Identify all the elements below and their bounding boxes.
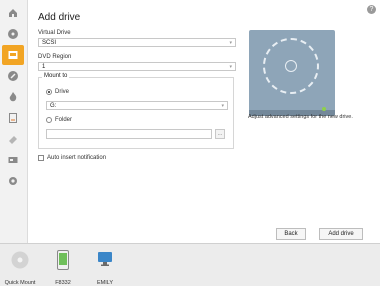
disc-icon — [8, 29, 18, 39]
drive-description: Adjust advanced settings for the new dri… — [248, 114, 353, 120]
browse-button[interactable]: ... — [215, 129, 225, 139]
back-button[interactable]: Back — [276, 228, 306, 240]
auto-insert-checkbox[interactable] — [38, 155, 44, 161]
sidebar-item-usb[interactable] — [2, 150, 24, 170]
computer-icon — [98, 252, 112, 266]
sidebar-item-burn[interactable] — [2, 87, 24, 107]
device-item-f8332[interactable]: F8332 — [48, 244, 78, 286]
device-label-f8332: F8332 — [55, 280, 71, 286]
device-item-emily[interactable]: EMILY — [88, 244, 122, 286]
auto-insert-label: Auto insert notification — [47, 155, 107, 161]
chevron-down-icon: ▾ — [221, 103, 224, 109]
drive-option-label: Drive — [55, 89, 70, 95]
devices-bar: Quick Mount F8332 EMILY — [0, 243, 380, 286]
quick-mount-item[interactable]: Quick Mount — [3, 244, 37, 286]
sidebar-item-image[interactable] — [2, 108, 24, 128]
device-label-emily: EMILY — [96, 280, 114, 286]
folder-option-label: Folder — [55, 117, 73, 123]
chevron-down-icon: ▾ — [229, 64, 232, 70]
quick-mount-label: Quick Mount — [4, 280, 36, 286]
page-title: Add drive — [38, 12, 81, 23]
dvd-region-select[interactable]: 1 ▾ — [38, 62, 236, 71]
virtual-drive-label: Virtual Drive — [38, 30, 71, 36]
sidebar — [0, 0, 28, 243]
chevron-down-icon: ▾ — [229, 40, 232, 46]
settings-icon — [9, 177, 17, 185]
add-drive-button[interactable]: Add drive — [319, 228, 363, 240]
sidebar-item-settings[interactable] — [2, 171, 24, 191]
dvd-region-label: DVD Region — [38, 54, 72, 60]
edit-icon — [8, 71, 18, 81]
burn-icon — [9, 92, 17, 102]
quick-mount-icon — [11, 251, 29, 269]
eraser-icon — [9, 136, 17, 144]
sidebar-item-edit[interactable] — [2, 66, 24, 86]
sidebar-item-disc[interactable] — [2, 24, 24, 44]
sidebar-item-drive[interactable] — [2, 45, 24, 65]
main-panel: Add drive ? Virtual Drive SCSI ▾ DVD Reg… — [28, 0, 380, 243]
drive-letter-value: G: — [50, 103, 57, 109]
disc-center-icon — [285, 60, 297, 72]
led-icon — [322, 107, 326, 111]
sidebar-item-eraser[interactable] — [2, 129, 24, 149]
image-icon — [9, 113, 17, 123]
dvd-region-value: 1 — [42, 64, 46, 70]
drive-letter-select[interactable]: G: ▾ — [46, 101, 228, 110]
drive-radio[interactable] — [46, 89, 52, 95]
mount-to-label: Mount to — [42, 73, 70, 79]
help-icon[interactable]: ? — [367, 5, 376, 14]
virtual-drive-value: SCSI — [42, 40, 57, 46]
drive-icon — [8, 51, 18, 59]
phone-icon — [57, 250, 69, 270]
virtual-drive-select[interactable]: SCSI ▾ — [38, 38, 236, 47]
virtual-drive-illustration — [249, 30, 335, 116]
home-icon — [9, 9, 17, 17]
sidebar-item-home[interactable] — [2, 3, 24, 23]
folder-path-input[interactable] — [46, 129, 212, 139]
folder-radio[interactable] — [46, 117, 52, 123]
usb-icon — [8, 157, 18, 163]
